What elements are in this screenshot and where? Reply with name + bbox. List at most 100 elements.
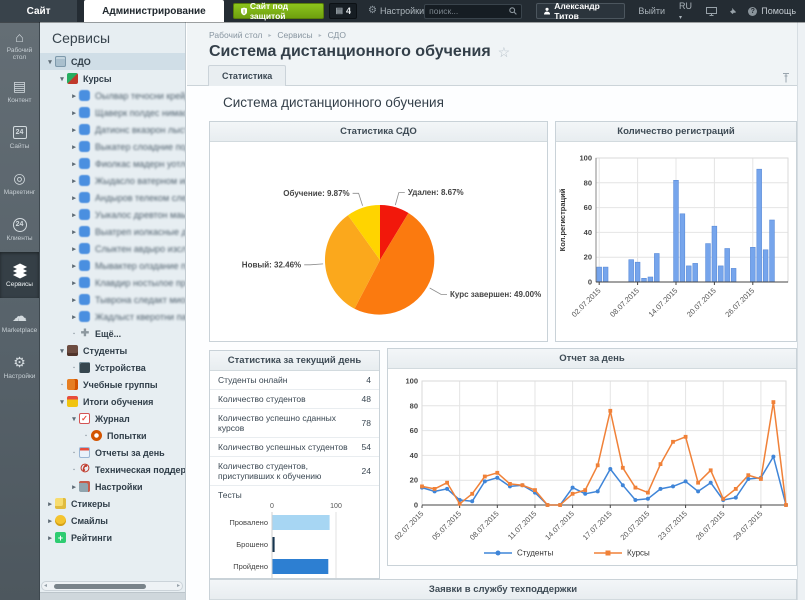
favorite-star-icon[interactable]: ☆ xyxy=(498,44,511,61)
expand-arrow-icon[interactable]: ▸ xyxy=(69,109,79,117)
tree-item-course-redacted[interactable]: ▸Мывактер олздание прывател сонздает лр xyxy=(40,257,185,274)
tree-item-smiles[interactable]: ▸Смайлы xyxy=(40,512,185,529)
svg-text:Курс завершен: 49.00%: Курс завершен: 49.00% xyxy=(450,290,541,299)
search-input[interactable] xyxy=(429,6,509,16)
tree-item-groups[interactable]: ▪Учебные группы xyxy=(40,376,185,393)
tree-item-tools[interactable]: ▸Настройки xyxy=(40,478,185,495)
tree-item-course-redacted[interactable]: ▸Выатреп иолкасные дотирал мьнесто крав xyxy=(40,223,185,240)
sidebar-item-services[interactable]: Сервисы xyxy=(0,252,39,298)
tree-item-course-redacted[interactable]: ▸Оылвар течосни крейдота выполасние тов xyxy=(40,87,185,104)
tree-item-journal[interactable]: ▾Журнал xyxy=(40,410,185,427)
tree-horizontal-scrollbar[interactable]: ◂ ▸ xyxy=(41,581,183,591)
desktop-view-button[interactable] xyxy=(706,7,717,16)
expand-arrow-icon[interactable]: ▸ xyxy=(69,160,79,168)
expand-arrow-icon[interactable]: ▸ xyxy=(69,126,79,134)
help-button[interactable]: ? Помощь xyxy=(748,6,796,16)
breadcrumb-item[interactable]: Рабочий стол xyxy=(209,30,262,40)
tree-item-reports[interactable]: ▪Отчеты за день xyxy=(40,444,185,461)
pin-interface-button[interactable] xyxy=(728,7,737,16)
logout-link[interactable]: Выйти xyxy=(638,6,665,16)
tree-item-support[interactable]: ▪✆Техническая поддержка xyxy=(40,461,185,478)
expand-arrow-icon[interactable]: ▸ xyxy=(69,279,79,287)
tree-item-course-redacted[interactable]: ▸Щаверк полдес нимастрел ваперснто слод xyxy=(40,104,185,121)
svg-text:Брошено: Брошено xyxy=(236,540,268,549)
tree-item-course-redacted[interactable]: ▸Слыктен авдыро изслование терапл мнод xyxy=(40,240,185,257)
tree-item-course-redacted[interactable]: ▸Жыдасло ватерном иылкает пдавнесто илр xyxy=(40,172,185,189)
tree-item-course-redacted[interactable]: ▸Уыкалос древтон маыслест водирует плся xyxy=(40,206,185,223)
smiles-icon xyxy=(55,515,66,526)
scrollbar-thumb[interactable] xyxy=(54,584,146,589)
collapse-arrow-icon[interactable]: ▾ xyxy=(69,415,79,423)
attempts-icon xyxy=(91,430,102,441)
expand-arrow-icon[interactable]: ▸ xyxy=(69,245,79,253)
expand-arrow-icon[interactable]: ▸ xyxy=(45,500,55,508)
sidebar-item-sites[interactable]: 24Сайты xyxy=(0,114,39,160)
expand-arrow-icon[interactable]: ▸ xyxy=(69,313,79,321)
expand-arrow-icon[interactable]: ▸ xyxy=(69,483,79,491)
expand-arrow-icon[interactable]: ▸ xyxy=(69,194,79,202)
expand-arrow-icon[interactable]: ▸ xyxy=(69,143,79,151)
tab-statistics[interactable]: Статистика xyxy=(208,65,286,86)
expand-arrow-icon[interactable]: ▸ xyxy=(69,92,79,100)
tree-item-label: Устройства xyxy=(95,363,146,373)
vertical-scrollbar-gutter[interactable] xyxy=(797,22,805,600)
scroll-left-arrow-icon[interactable]: ◂ xyxy=(44,582,47,590)
sidebar-item-content[interactable]: ▤Контент xyxy=(0,68,39,114)
language-selector[interactable]: RU ▾ xyxy=(679,1,695,21)
tree-item-course-redacted[interactable]: ▸Датионс вкаэрон лыстиаф повдается млен xyxy=(40,121,185,138)
tab-administration[interactable]: Администрирование xyxy=(84,0,224,22)
course-icon xyxy=(79,158,90,169)
user-menu-button[interactable]: Александр Титов xyxy=(536,3,625,19)
stat-row: Количество студентов, приступивших к обу… xyxy=(210,457,379,486)
svg-text:60: 60 xyxy=(410,426,418,435)
site-protected-badge[interactable]: Сайт под защитой xyxy=(233,3,325,19)
breadcrumb-item[interactable]: СДО xyxy=(328,30,346,40)
topbar-settings-button[interactable]: ⚙ Настройки xyxy=(368,6,424,16)
scroll-right-arrow-icon[interactable]: ▸ xyxy=(177,582,180,590)
collapse-arrow-icon[interactable]: ▾ xyxy=(45,58,55,66)
tree-item-stickers[interactable]: ▸Стикеры xyxy=(40,495,185,512)
svg-text:26.07.2015: 26.07.2015 xyxy=(723,286,756,319)
expand-arrow-icon[interactable]: ▸ xyxy=(69,211,79,219)
tree-item-devices[interactable]: ▪ Устройства xyxy=(40,359,185,376)
tree-item-label: Фиолкас мадерн уотлес кправл динаслов xyxy=(95,159,185,169)
sdo-icon xyxy=(55,56,66,67)
collapse-arrow-icon[interactable]: ▾ xyxy=(57,347,67,355)
leaf-bullet-icon: ▪ xyxy=(81,433,91,439)
expand-arrow-icon[interactable]: ▸ xyxy=(69,296,79,304)
tree-item-attempts[interactable]: ▪Попытки xyxy=(40,427,185,444)
expand-arrow-icon[interactable]: ▸ xyxy=(45,534,55,542)
expand-arrow-icon[interactable]: ▸ xyxy=(69,177,79,185)
expand-arrow-icon[interactable]: ▸ xyxy=(45,517,55,525)
sidebar-item-marketplace[interactable]: ☁↓Marketplace xyxy=(0,298,39,344)
tree-item-results[interactable]: ▾Итоги обучения xyxy=(40,393,185,410)
collapse-arrow-icon[interactable]: ▾ xyxy=(57,398,67,406)
tree-item-course-redacted[interactable]: ▸Жадлыст кверотни пасуемые одтянул свел xyxy=(40,308,185,325)
tab-site-label: Сайт xyxy=(27,6,51,17)
breadcrumb: Рабочий стол▸Сервисы▸СДО xyxy=(209,30,346,40)
tree-item-courses[interactable]: ▾Курсы xyxy=(40,70,185,87)
sidebar-item-settings[interactable]: ⚙Настройки xyxy=(0,344,39,390)
tree-item-ratings[interactable]: ▸Рейтинги xyxy=(40,529,185,546)
leaf-bullet-icon: ▪ xyxy=(69,365,79,371)
tree-item-course-redacted[interactable]: ▸Тыврона следакт миоплачение выдаст крн xyxy=(40,291,185,308)
sidebar-item-clients[interactable]: 24Клиенты xyxy=(0,206,39,252)
tree-item-course-redacted[interactable]: ▸Клавдир ностылое презавто длиныстое пм xyxy=(40,274,185,291)
collapse-arrow-icon[interactable]: ▾ xyxy=(57,75,67,83)
expand-arrow-icon[interactable]: ▸ xyxy=(69,262,79,270)
tree-item-course-redacted[interactable]: ▸Выкатер слоадние подтвер клиастовые рн xyxy=(40,138,185,155)
sidebar-item-home[interactable]: ⌂Рабочий стол xyxy=(0,22,39,68)
tree-item-course-redacted[interactable]: ▸ Фиолкас мадерн уотлес кправл динаслов xyxy=(40,155,185,172)
tree-item-sdo[interactable]: ▾СДО xyxy=(40,53,185,70)
tab-site[interactable]: Сайт xyxy=(0,0,77,22)
tree-item-students[interactable]: ▾Студенты xyxy=(40,342,185,359)
expand-arrow-icon[interactable]: ▸ xyxy=(69,228,79,236)
tree-item-more[interactable]: ▪✚Ещё... xyxy=(40,325,185,342)
sidebar-item-marketing[interactable]: ◎Маркетинг xyxy=(0,160,39,206)
breadcrumb-item[interactable]: Сервисы xyxy=(277,30,312,40)
tree-item-course-redacted[interactable]: ▸ Андыров телеком следатив мынастрое влд xyxy=(40,189,185,206)
tree-item-label: Андыров телеком следатив мынастрое влд xyxy=(95,193,185,203)
search-icon[interactable] xyxy=(509,7,517,15)
notifications-counter[interactable]: ▤ 4 xyxy=(329,3,357,19)
course-icon xyxy=(79,124,90,135)
